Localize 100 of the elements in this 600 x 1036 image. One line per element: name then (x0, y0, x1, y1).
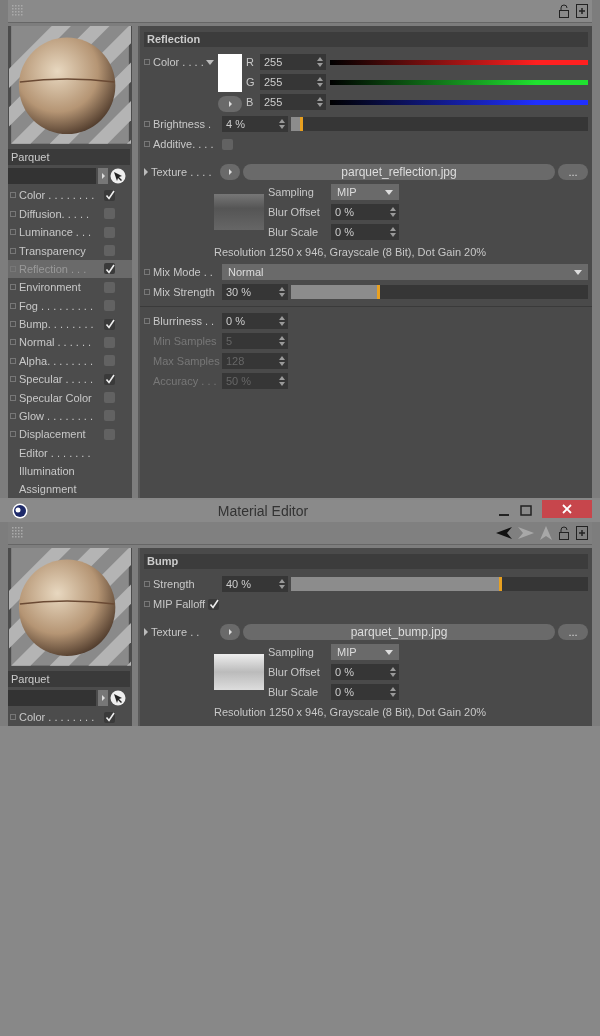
material-name-field[interactable]: Parquet (8, 670, 130, 687)
channel-item[interactable]: Fog . . . . . . . . . (8, 296, 132, 315)
number-field[interactable]: 0 % (222, 313, 288, 329)
channel-item[interactable]: Transparency (8, 241, 132, 260)
channel-item[interactable]: Displacement (8, 425, 132, 443)
spinner-arrows-icon[interactable] (279, 316, 285, 326)
spinner-arrows-icon[interactable] (279, 336, 285, 346)
spinner-arrows-icon[interactable] (390, 687, 396, 697)
new-window-icon[interactable] (576, 526, 588, 540)
play-button-icon[interactable] (220, 624, 240, 640)
texture-file-button[interactable]: parquet_bump.jpg (243, 624, 555, 640)
play-button-icon[interactable] (218, 96, 242, 112)
spinner-arrows-icon[interactable] (279, 579, 285, 589)
channel-item[interactable]: Glow . . . . . . . . (8, 407, 132, 425)
channel-item[interactable]: Specular . . . . . (8, 370, 132, 388)
checkbox[interactable] (222, 138, 233, 150)
checkbox[interactable] (104, 189, 115, 201)
channel-label: Color . . . . . . . . (19, 189, 96, 202)
checkbox[interactable] (104, 711, 115, 723)
checkbox[interactable] (208, 598, 220, 610)
mix-mode-dropdown[interactable]: Normal (222, 264, 588, 280)
lock-icon[interactable] (558, 4, 570, 18)
channel-label: Specular . . . . . (19, 373, 94, 386)
number-field[interactable]: 0 % (331, 204, 399, 220)
spinner-arrows-icon[interactable] (390, 667, 396, 677)
channel-label: Color . . . . . . . . (19, 711, 96, 724)
param-label: Sampling (268, 186, 315, 198)
filter-field[interactable] (8, 689, 96, 706)
expand-triangle-icon[interactable] (144, 628, 148, 636)
channel-item[interactable]: Assignment (8, 480, 132, 499)
checkbox[interactable] (104, 318, 115, 330)
sampling-dropdown[interactable]: MIP (331, 184, 399, 200)
spinner-arrows-icon[interactable] (390, 207, 396, 217)
slider-fill[interactable] (291, 117, 303, 131)
number-field[interactable]: 4 % (222, 116, 288, 132)
spinner-arrows-icon[interactable] (279, 119, 285, 129)
channel-item[interactable]: Specular Color (8, 388, 132, 407)
channel-item[interactable]: Illumination (8, 462, 132, 480)
lock-icon[interactable] (558, 526, 570, 540)
channel-item[interactable]: Normal . . . . . . (8, 333, 132, 352)
channel-item[interactable]: Luminance . . . (8, 223, 132, 241)
param-label: Strength (153, 578, 196, 590)
number-field[interactable]: 0 % (331, 664, 399, 680)
channel-item[interactable]: Bump. . . . . . . . (8, 315, 132, 333)
resolution-info: Resolution 1250 x 946, Grayscale (8 Bit), Dot Gain 20% (213, 705, 488, 720)
number-field[interactable]: 255 (260, 54, 326, 70)
spinner-arrows-icon[interactable] (279, 287, 285, 297)
play-button-icon[interactable] (220, 164, 240, 180)
browse-button[interactable]: ... (558, 624, 588, 640)
slider-track[interactable] (291, 577, 588, 591)
slider-track[interactable] (291, 117, 588, 131)
expand-triangle-icon[interactable] (144, 168, 148, 176)
slider-fill[interactable] (291, 285, 381, 299)
grip-icon[interactable] (12, 5, 24, 17)
pointer-icon[interactable] (110, 689, 126, 706)
grip-icon[interactable] (12, 527, 24, 539)
checkbox[interactable] (104, 263, 115, 275)
slider-fill[interactable] (291, 577, 502, 591)
dropdown-triangle-icon[interactable] (206, 59, 214, 65)
channel-item[interactable]: Color . . . . . . . . (8, 186, 132, 205)
channel-item[interactable]: Diffusion. . . . . (8, 205, 132, 223)
section-header: Reflection (144, 32, 588, 47)
close-button[interactable] (542, 500, 592, 518)
color-slider[interactable] (330, 79, 588, 85)
color-slider[interactable] (330, 59, 588, 65)
channel-item[interactable]: Color . . . . . . . . (8, 708, 132, 726)
param-label: Blurriness . . (153, 315, 216, 327)
number-field[interactable]: 0 % (331, 684, 399, 700)
color-slider[interactable] (330, 99, 588, 105)
number-field[interactable]: 40 % (222, 576, 288, 592)
number-field[interactable]: 30 % (222, 284, 288, 300)
number-field[interactable]: 0 % (331, 224, 399, 240)
browse-button[interactable]: ... (558, 164, 588, 180)
spinner-arrows-icon[interactable] (279, 376, 285, 386)
spinner-arrows-icon[interactable] (390, 227, 396, 237)
pointer-icon[interactable] (110, 167, 126, 184)
texture-file-button[interactable]: parquet_reflection.jpg (243, 164, 555, 180)
checkbox[interactable] (104, 373, 115, 385)
caret-icon[interactable] (574, 269, 582, 275)
filter-field[interactable] (8, 167, 96, 184)
channel-item[interactable]: Editor . . . . . . . (8, 443, 132, 462)
material-name-field[interactable]: Parquet (8, 148, 130, 165)
channel-letter: B (246, 96, 255, 108)
spinner-arrows-icon[interactable] (317, 97, 323, 107)
new-window-icon[interactable] (576, 4, 588, 18)
channel-item[interactable]: Environment (8, 278, 132, 296)
channel-item[interactable]: Alpha. . . . . . . . (8, 352, 132, 370)
spinner-arrows-icon[interactable] (279, 356, 285, 366)
caret-icon[interactable] (385, 189, 393, 195)
maximize-icon[interactable] (520, 505, 532, 517)
slider-track[interactable] (291, 285, 588, 299)
spinner-arrows-icon[interactable] (317, 77, 323, 87)
close-icon[interactable] (562, 504, 572, 514)
sampling-dropdown[interactable]: MIP (331, 644, 399, 660)
caret-icon[interactable] (385, 649, 393, 655)
spinner-arrows-icon[interactable] (317, 57, 323, 67)
number-field[interactable]: 255 (260, 74, 326, 90)
color-swatch[interactable] (218, 54, 242, 92)
number-field[interactable]: 255 (260, 94, 326, 110)
back-arrow-icon[interactable] (496, 527, 512, 539)
